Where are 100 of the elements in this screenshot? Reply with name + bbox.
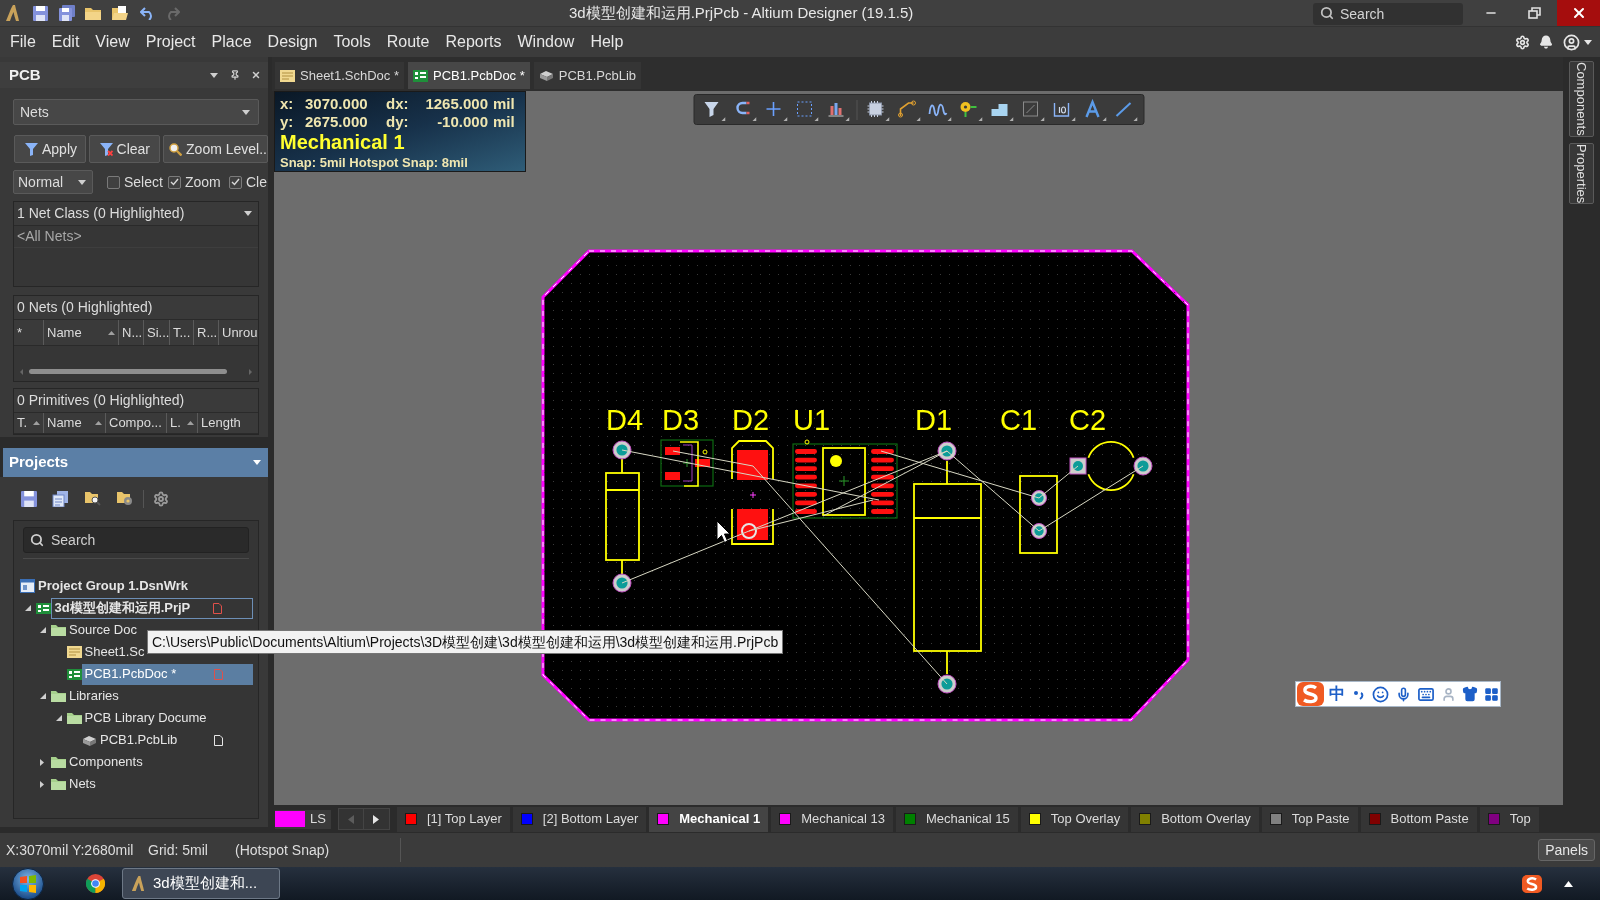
tree-item[interactable]: PCB Library Docume [84, 708, 207, 728]
caret-down-icon[interactable] [244, 211, 252, 216]
document-tab[interactable]: PCB1.PcbLib [533, 62, 642, 89]
shirt-icon[interactable] [1462, 686, 1478, 702]
document-tab[interactable]: Sheet1.SchDoc * [275, 62, 404, 89]
side-tab[interactable]: Components [1569, 61, 1594, 137]
bell-icon[interactable] [1539, 35, 1553, 49]
scroll-right-icon[interactable] [373, 814, 380, 824]
input-mode-button[interactable]: 中 [1329, 686, 1345, 702]
folder-search-icon[interactable] [85, 491, 101, 506]
expanded-caret-icon[interactable] [40, 627, 46, 633]
tree-item[interactable]: Libraries [69, 686, 119, 706]
caret-down-icon[interactable] [1584, 39, 1592, 45]
layer-tab[interactable]: Top [1479, 806, 1539, 832]
caret-down-icon[interactable] [78, 179, 86, 185]
filter-button[interactable]: Zoom Level.. [163, 135, 268, 163]
layer-tab[interactable]: Top Paste [1261, 806, 1358, 832]
menu-item[interactable]: Tools [325, 30, 379, 54]
menu-item[interactable]: Window [509, 30, 583, 54]
menu-item[interactable]: Project [137, 30, 204, 54]
folder-icon[interactable] [85, 6, 101, 20]
tray-arrow-icon[interactable] [1564, 880, 1573, 887]
column-header[interactable]: Unrou [219, 320, 258, 345]
layer-tab[interactable]: Mechanical 15 [896, 806, 1018, 832]
expanded-caret-icon[interactable] [55, 715, 62, 721]
restore-icon[interactable] [1527, 7, 1541, 19]
list-item[interactable]: <All Nets> [14, 226, 258, 248]
smiley-icon[interactable] [1372, 685, 1389, 703]
column-header[interactable]: Si... [144, 320, 170, 345]
tree-item[interactable]: Sheet1.Sc [84, 642, 145, 662]
layer-tab[interactable]: Top Overlay [1020, 806, 1129, 832]
column-header[interactable]: * [14, 320, 44, 345]
menu-item[interactable]: View [87, 30, 138, 54]
search-field[interactable]: Search [1313, 3, 1463, 25]
tree-item[interactable]: Source Doc [69, 620, 137, 640]
layer-tab[interactable]: [2] Bottom Layer [512, 806, 647, 832]
column-header[interactable]: L. [167, 413, 198, 433]
tree-item[interactable]: Nets [69, 774, 96, 794]
microphone-icon[interactable] [1396, 685, 1411, 703]
close-icon[interactable] [251, 70, 261, 80]
expanded-caret-icon[interactable] [24, 605, 31, 611]
filter-button[interactable]: Clear [88, 135, 161, 163]
layer-tab[interactable]: Bottom Overlay [1131, 806, 1259, 832]
settings-icon[interactable] [153, 490, 169, 507]
column-header[interactable]: Name [44, 413, 106, 433]
menu-item[interactable]: Edit [43, 30, 88, 54]
column-header[interactable]: R... [194, 320, 219, 345]
menu-item[interactable]: File [2, 30, 44, 54]
logo-icon[interactable] [1522, 874, 1542, 893]
taskbar-button[interactable]: 3d模型创建和... [122, 868, 280, 899]
layer-tab[interactable]: [1] Top Layer [396, 806, 510, 832]
user-icon[interactable] [1563, 33, 1580, 51]
checkbox[interactable] [229, 175, 242, 189]
layer-tab[interactable]: Mechanical 1 [649, 806, 769, 832]
tree-item[interactable]: PCB1.PcbDoc * [81, 663, 253, 685]
column-header[interactable]: Length [198, 413, 258, 433]
panels-button[interactable]: Panels [1538, 839, 1595, 861]
start-button[interactable] [11, 867, 45, 900]
column-header[interactable]: Name [44, 320, 119, 345]
tree-item[interactable]: Project Group 1.DsnWrk [38, 576, 188, 596]
menu-item[interactable]: Place [203, 30, 260, 54]
menu-item[interactable]: Design [259, 30, 326, 54]
folder-gear-icon[interactable] [117, 491, 133, 506]
tree-item[interactable]: Components [69, 752, 143, 772]
open-folder-icon[interactable] [112, 6, 128, 20]
column-header[interactable]: T... [170, 320, 194, 345]
menu-item[interactable]: Reports [437, 30, 510, 54]
column-header[interactable]: T. [14, 413, 44, 433]
circle-logo-icon[interactable] [86, 874, 105, 893]
save-all-icon[interactable] [59, 5, 75, 21]
tree-item[interactable]: 3d模型创建和运用.PrjP [50, 597, 253, 619]
pin-icon[interactable] [230, 69, 240, 81]
layer-set-button[interactable]: LS [275, 809, 331, 829]
save-icon[interactable] [21, 490, 37, 507]
mode-dropdown[interactable]: Nets [13, 99, 259, 125]
tree-item[interactable]: PCB1.PcbLib [100, 730, 178, 750]
close-button[interactable] [1557, 0, 1600, 26]
caret-down-icon[interactable] [210, 72, 218, 78]
menu-item[interactable]: Route [378, 30, 438, 54]
layer-tab[interactable]: Mechanical 13 [771, 806, 893, 832]
filter-button[interactable]: Apply [14, 135, 86, 163]
column-header[interactable]: Compo... [106, 413, 167, 433]
checkbox[interactable] [107, 175, 120, 189]
collapsed-caret-icon[interactable] [40, 758, 44, 766]
highlight-mode-dropdown[interactable]: Normal [13, 170, 93, 194]
copy-documents-icon[interactable] [52, 490, 68, 507]
caret-down-icon[interactable] [253, 460, 261, 465]
document-tab[interactable]: PCB1.PcbDoc * [408, 62, 530, 89]
keyboard-icon[interactable] [1417, 685, 1435, 703]
layer-tab[interactable]: Bottom Paste [1360, 806, 1477, 832]
save-icon[interactable] [33, 5, 48, 21]
column-header[interactable]: N... [119, 320, 144, 345]
caret-down-icon[interactable] [242, 109, 250, 115]
menu-item[interactable]: Help [582, 30, 632, 54]
undo-icon[interactable] [140, 6, 155, 20]
expanded-caret-icon[interactable] [40, 693, 46, 699]
search-field[interactable]: Search [23, 527, 249, 553]
side-tab[interactable]: Properties [1569, 142, 1594, 204]
collapsed-caret-icon[interactable] [40, 780, 44, 788]
checkbox[interactable] [168, 175, 181, 189]
